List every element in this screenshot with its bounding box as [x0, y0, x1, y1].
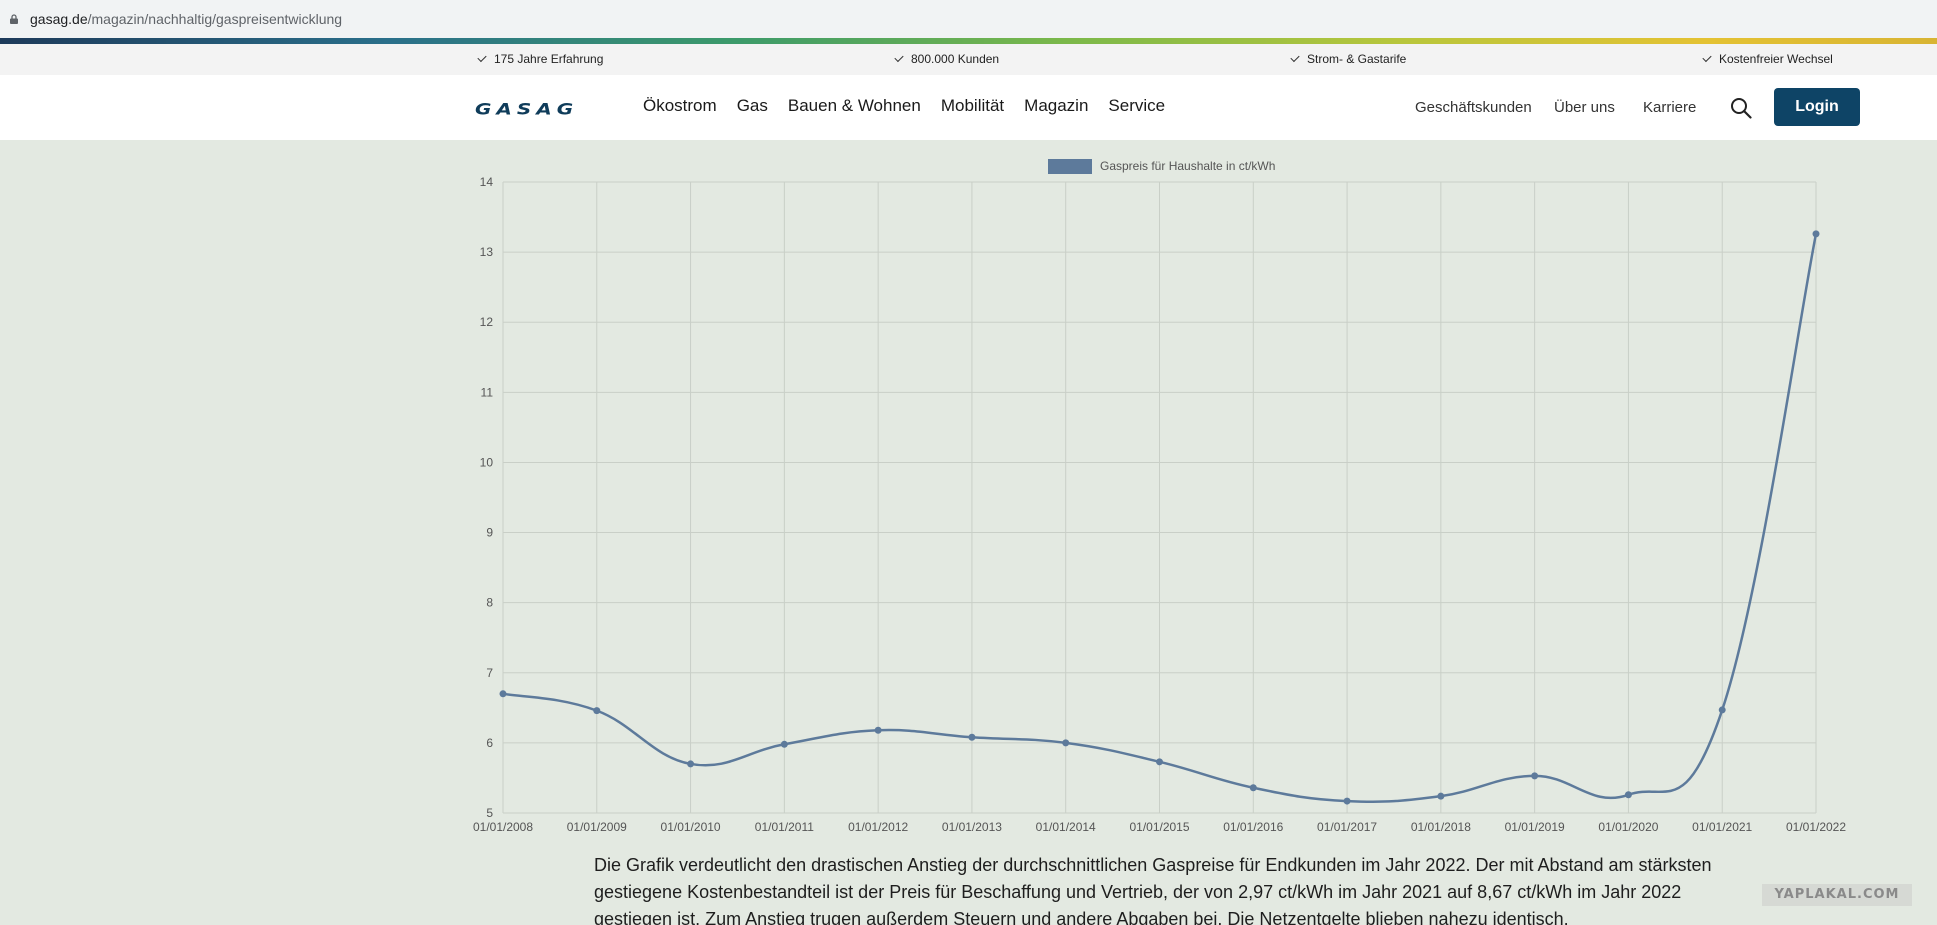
data-point [1624, 791, 1632, 799]
data-point [1156, 758, 1163, 766]
chart-grid [502, 181, 1817, 814]
x-tick-label: 01/01/2015 [1129, 820, 1189, 834]
checkmark-icon [894, 52, 904, 63]
legend-label: Gaspreis für Haushalte in ct/kWh [1100, 159, 1275, 173]
data-point [1062, 739, 1070, 747]
x-tick-label: 01/01/2013 [942, 820, 1002, 834]
x-axis-ticks: 01/01/2008 01/01/2009 01/01/2010 01/01/2011… [473, 820, 1846, 834]
x-tick-label: 01/01/2017 [1317, 820, 1377, 834]
legend-swatch [1048, 159, 1092, 174]
nav-item-mobilitaet[interactable]: Mobilität [941, 96, 1004, 116]
x-tick-label: 01/01/2016 [1223, 820, 1283, 834]
y-axis-ticks: 5 6 7 8 9 10 11 12 13 14 [480, 175, 494, 820]
data-point [1343, 797, 1351, 805]
data-point [1812, 230, 1820, 238]
y-tick-label: 9 [486, 526, 493, 540]
y-tick-label: 12 [480, 315, 494, 329]
data-point [874, 726, 882, 734]
x-tick-label: 01/01/2009 [567, 820, 627, 834]
data-point [1718, 706, 1726, 714]
y-tick-label: 5 [486, 806, 493, 820]
usp-item-switch: Kostenfreier Wechsel [1702, 52, 1833, 66]
y-tick-label: 8 [486, 596, 493, 610]
data-point [687, 760, 695, 768]
data-point [780, 740, 788, 748]
y-tick-label: 13 [480, 245, 494, 259]
usp-item-experience: 175 Jahre Erfahrung [477, 52, 603, 66]
nav-item-ueber-uns[interactable]: Über uns [1554, 99, 1615, 116]
lock-icon [10, 14, 18, 24]
data-point [1531, 772, 1539, 780]
login-button[interactable]: Login [1774, 88, 1860, 126]
usp-bar: 175 Jahre Erfahrung 800.000 Kunden Strom… [0, 44, 1937, 75]
x-tick-label: 01/01/2012 [848, 820, 908, 834]
main-header: GASAG Ökostrom Gas Bauen & Wohnen Mobili… [0, 75, 1937, 140]
nav-item-bauen-wohnen[interactable]: Bauen & Wohnen [788, 96, 921, 116]
search-icon[interactable] [1730, 97, 1752, 119]
checkmark-icon [477, 52, 487, 63]
nav-item-gas[interactable]: Gas [737, 96, 768, 116]
x-tick-label: 01/01/2020 [1598, 820, 1658, 834]
data-point [593, 707, 601, 715]
y-tick-label: 14 [480, 175, 494, 189]
url-path: /magazin/nachhaltig/gaspreisentwicklung [87, 11, 343, 27]
x-tick-label: 01/01/2019 [1505, 820, 1565, 834]
article-paragraph: Die Grafik verdeutlicht den drastischen … [594, 855, 1712, 925]
nav-item-karriere[interactable]: Karriere [1643, 99, 1696, 116]
y-tick-label: 6 [486, 736, 493, 750]
nav-item-service[interactable]: Service [1108, 96, 1165, 116]
y-tick-label: 11 [481, 385, 494, 399]
data-point [499, 690, 507, 698]
x-tick-label: 01/01/2021 [1692, 820, 1752, 834]
x-tick-label: 01/01/2018 [1411, 820, 1471, 834]
nav-item-oekostrom[interactable]: Ökostrom [643, 96, 717, 116]
data-point [1437, 792, 1445, 800]
x-tick-label: 01/01/2022 [1786, 820, 1846, 834]
y-tick-label: 10 [480, 455, 494, 469]
data-point [1249, 784, 1257, 792]
usp-item-tariffs: Strom- & Gastarife [1290, 52, 1406, 66]
checkmark-icon [1290, 52, 1300, 63]
checkmark-icon [1702, 52, 1712, 63]
x-tick-label: 01/01/2011 [755, 820, 814, 834]
main-nav: Ökostrom Gas Bauen & Wohnen Mobilität Ma… [643, 96, 1165, 116]
x-tick-label: 01/01/2010 [661, 820, 721, 834]
browser-url-bar[interactable]: gasag.de/magazin/nachhaltig/gaspreisentw… [0, 0, 1937, 40]
usp-item-customers: 800.000 Kunden [894, 52, 999, 66]
gasag-logo[interactable]: GASAG [475, 99, 578, 118]
gas-price-chart: Gaspreis für Haushalte in ct/kWh 5 6 7 8 9 10… [473, 159, 1846, 834]
url-host: gasag.de [30, 11, 88, 27]
chart-legend: Gaspreis für Haushalte in ct/kWh [1048, 159, 1275, 174]
x-tick-label: 01/01/2014 [1036, 820, 1096, 834]
url-text[interactable]: gasag.de/magazin/nachhaltig/gaspreisentw… [30, 11, 342, 27]
nav-item-magazin[interactable]: Magazin [1024, 96, 1088, 116]
y-tick-label: 7 [486, 666, 493, 680]
watermark: YAPLAKAL.COM [1762, 884, 1912, 906]
data-point [968, 733, 976, 741]
nav-item-geschaeftskunden[interactable]: Geschäftskunden [1415, 99, 1532, 116]
x-tick-label: 01/01/2008 [473, 820, 533, 834]
